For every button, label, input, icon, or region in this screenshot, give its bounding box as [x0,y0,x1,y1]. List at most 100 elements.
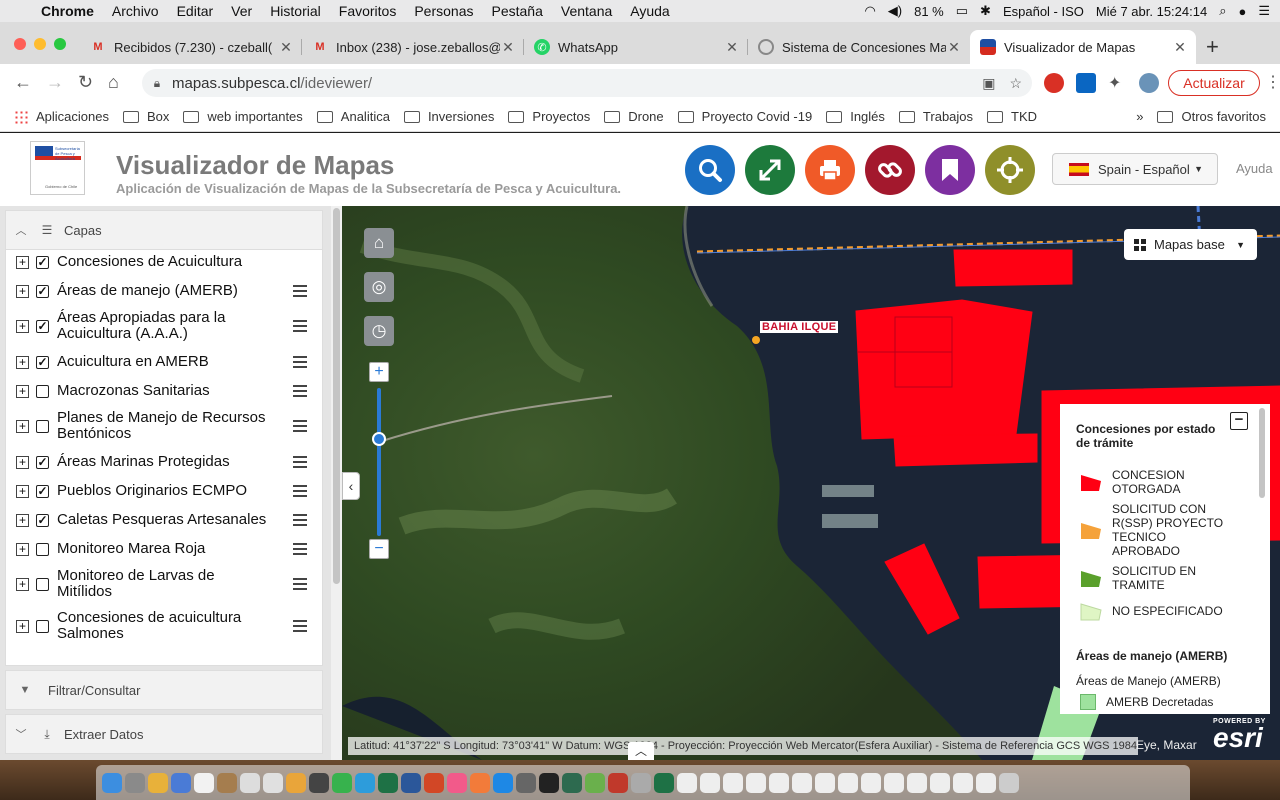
wifi-icon[interactable]: ◠ [864,3,875,19]
bookmark-other-favorites[interactable]: Otros favoritos [1157,109,1266,124]
back-icon[interactable]: ← [14,72,32,93]
trash-icon[interactable] [999,772,1019,793]
camera-icon[interactable] [309,772,329,793]
hamburger-menu-icon[interactable] [293,417,307,435]
calendar-icon[interactable] [194,772,214,793]
layer-checkbox[interactable]: ✓ [36,255,49,269]
menu-ayuda[interactable]: Ayuda [621,3,678,19]
search-button[interactable] [685,145,735,195]
document-thumbnail-icon[interactable] [700,772,720,793]
panel-scrollbar[interactable] [331,206,342,760]
hamburger-menu-icon[interactable] [293,453,307,471]
powerpoint-icon[interactable] [424,772,444,793]
blocked-popup-icon[interactable]: ▣ [982,75,995,92]
document-thumbnail-icon[interactable] [884,772,904,793]
menu-editar[interactable]: Editar [168,3,223,19]
subpesca-logo[interactable]: Subsecretaría de Pesca y Acuicultura Gob… [30,141,85,195]
expand-plus-icon[interactable]: + [16,355,29,369]
bookmark-folder-covid[interactable]: Proyecto Covid -19 [677,109,812,124]
hamburger-menu-icon[interactable] [293,511,307,529]
layers-section-header[interactable]: ︿ ☰ Capas [5,210,323,250]
photos-icon[interactable] [286,772,306,793]
music-icon[interactable] [447,772,467,793]
legend-scrollbar[interactable] [1258,408,1266,708]
snap-icon[interactable] [539,772,559,793]
fullscreen-button[interactable] [745,145,795,195]
chrome-icon[interactable] [148,772,168,793]
collapse-panel-button[interactable]: ‹ [342,472,360,500]
bookmark-folder-trabajos[interactable]: Trabajos [898,109,973,124]
layer-checkbox[interactable] [36,577,49,591]
textedit-icon[interactable] [240,772,260,793]
update-button[interactable]: Actualizar [1168,70,1260,96]
basemaps-button[interactable]: Mapas base ▼ [1124,229,1257,260]
menu-ver[interactable]: Ver [222,3,261,19]
layer-checkbox[interactable]: ✓ [36,355,49,369]
expand-plus-icon[interactable]: + [16,484,29,498]
document-thumbnail-icon[interactable] [930,772,950,793]
expand-plus-icon[interactable]: + [16,284,29,298]
filter-section-header[interactable]: ▼ Filtrar/Consultar [5,670,323,710]
hamburger-menu-icon[interactable] [293,540,307,558]
profile-avatar-icon[interactable] [1139,73,1159,93]
document-thumbnail-icon[interactable] [746,772,766,793]
layer-checkbox[interactable] [36,619,49,633]
tab-gmail-recibidos[interactable]: M Recibidos (7.230) - czeball( ✕ [80,30,302,64]
system-preferences-icon[interactable] [516,772,536,793]
lock-icon[interactable]: 🔒︎ [142,76,172,91]
books-icon[interactable] [470,772,490,793]
bookmark-folder-web-importantes[interactable]: web importantes [183,109,303,124]
zoom-slider-handle[interactable] [372,432,386,446]
facetime-icon[interactable] [332,772,352,793]
expand-plus-icon[interactable]: + [16,577,29,591]
expand-plus-icon[interactable]: + [16,255,29,269]
bookmark-apps[interactable]: Aplicaciones [14,109,109,124]
layer-checkbox[interactable]: ✓ [36,513,49,527]
close-tab-icon[interactable]: ✕ [1172,39,1188,56]
acrobat-icon[interactable] [608,772,628,793]
battery-icon[interactable]: ▭ [956,3,968,19]
spotlight-icon[interactable]: ⌕ [1219,3,1226,19]
document-thumbnail-icon[interactable] [976,772,996,793]
bookmark-star-icon[interactable]: ☆ [1009,75,1022,92]
arcgis-icon[interactable] [562,772,582,793]
word-icon[interactable] [401,772,421,793]
layer-checkbox[interactable]: ✓ [36,319,49,333]
bookmark-folder-drone[interactable]: Drone [604,109,664,124]
language-select[interactable]: Spain - Español ▼ [1052,153,1218,185]
linkedin-extension-icon[interactable] [1076,73,1096,93]
bluetooth-icon[interactable]: ✱ [980,3,991,19]
forward-icon[interactable]: → [46,72,64,93]
close-tab-icon[interactable]: ✕ [500,39,516,56]
close-tab-icon[interactable]: ✕ [724,39,740,56]
document-thumbnail-icon[interactable] [792,772,812,793]
expand-plus-icon[interactable]: + [16,455,29,469]
hamburger-menu-icon[interactable] [293,482,307,500]
menu-pestana[interactable]: Pestaña [483,3,552,19]
menu-app[interactable]: Chrome [32,3,103,19]
expand-plus-icon[interactable]: + [16,384,29,398]
notification-center-icon[interactable]: ☰ [1258,3,1270,19]
layer-checkbox[interactable]: ✓ [36,284,49,298]
document-thumbnail-icon[interactable] [907,772,927,793]
app-store-icon[interactable] [493,772,513,793]
close-tab-icon[interactable]: ✕ [946,39,962,56]
layer-checkbox[interactable]: ✓ [36,455,49,469]
reminders-icon[interactable] [263,772,283,793]
document-thumbnail-icon[interactable] [838,772,858,793]
menu-historial[interactable]: Historial [261,3,330,19]
qgis-icon[interactable] [585,772,605,793]
preview-icon[interactable] [171,772,191,793]
extension-badge-icon[interactable] [1044,73,1064,93]
print-button[interactable] [805,145,855,195]
extract-section-header[interactable]: ﹀ ⤓ Extraer Datos [5,714,323,754]
document-thumbnail-icon[interactable] [953,772,973,793]
finder-icon[interactable] [102,772,122,793]
expand-plus-icon[interactable]: + [16,319,29,333]
notes-icon[interactable] [217,772,237,793]
hamburger-menu-icon[interactable] [293,382,307,400]
expand-plus-icon[interactable]: + [16,542,29,556]
share-link-button[interactable] [865,145,915,195]
layer-checkbox[interactable] [36,419,49,433]
hamburger-menu-icon[interactable] [293,353,307,371]
